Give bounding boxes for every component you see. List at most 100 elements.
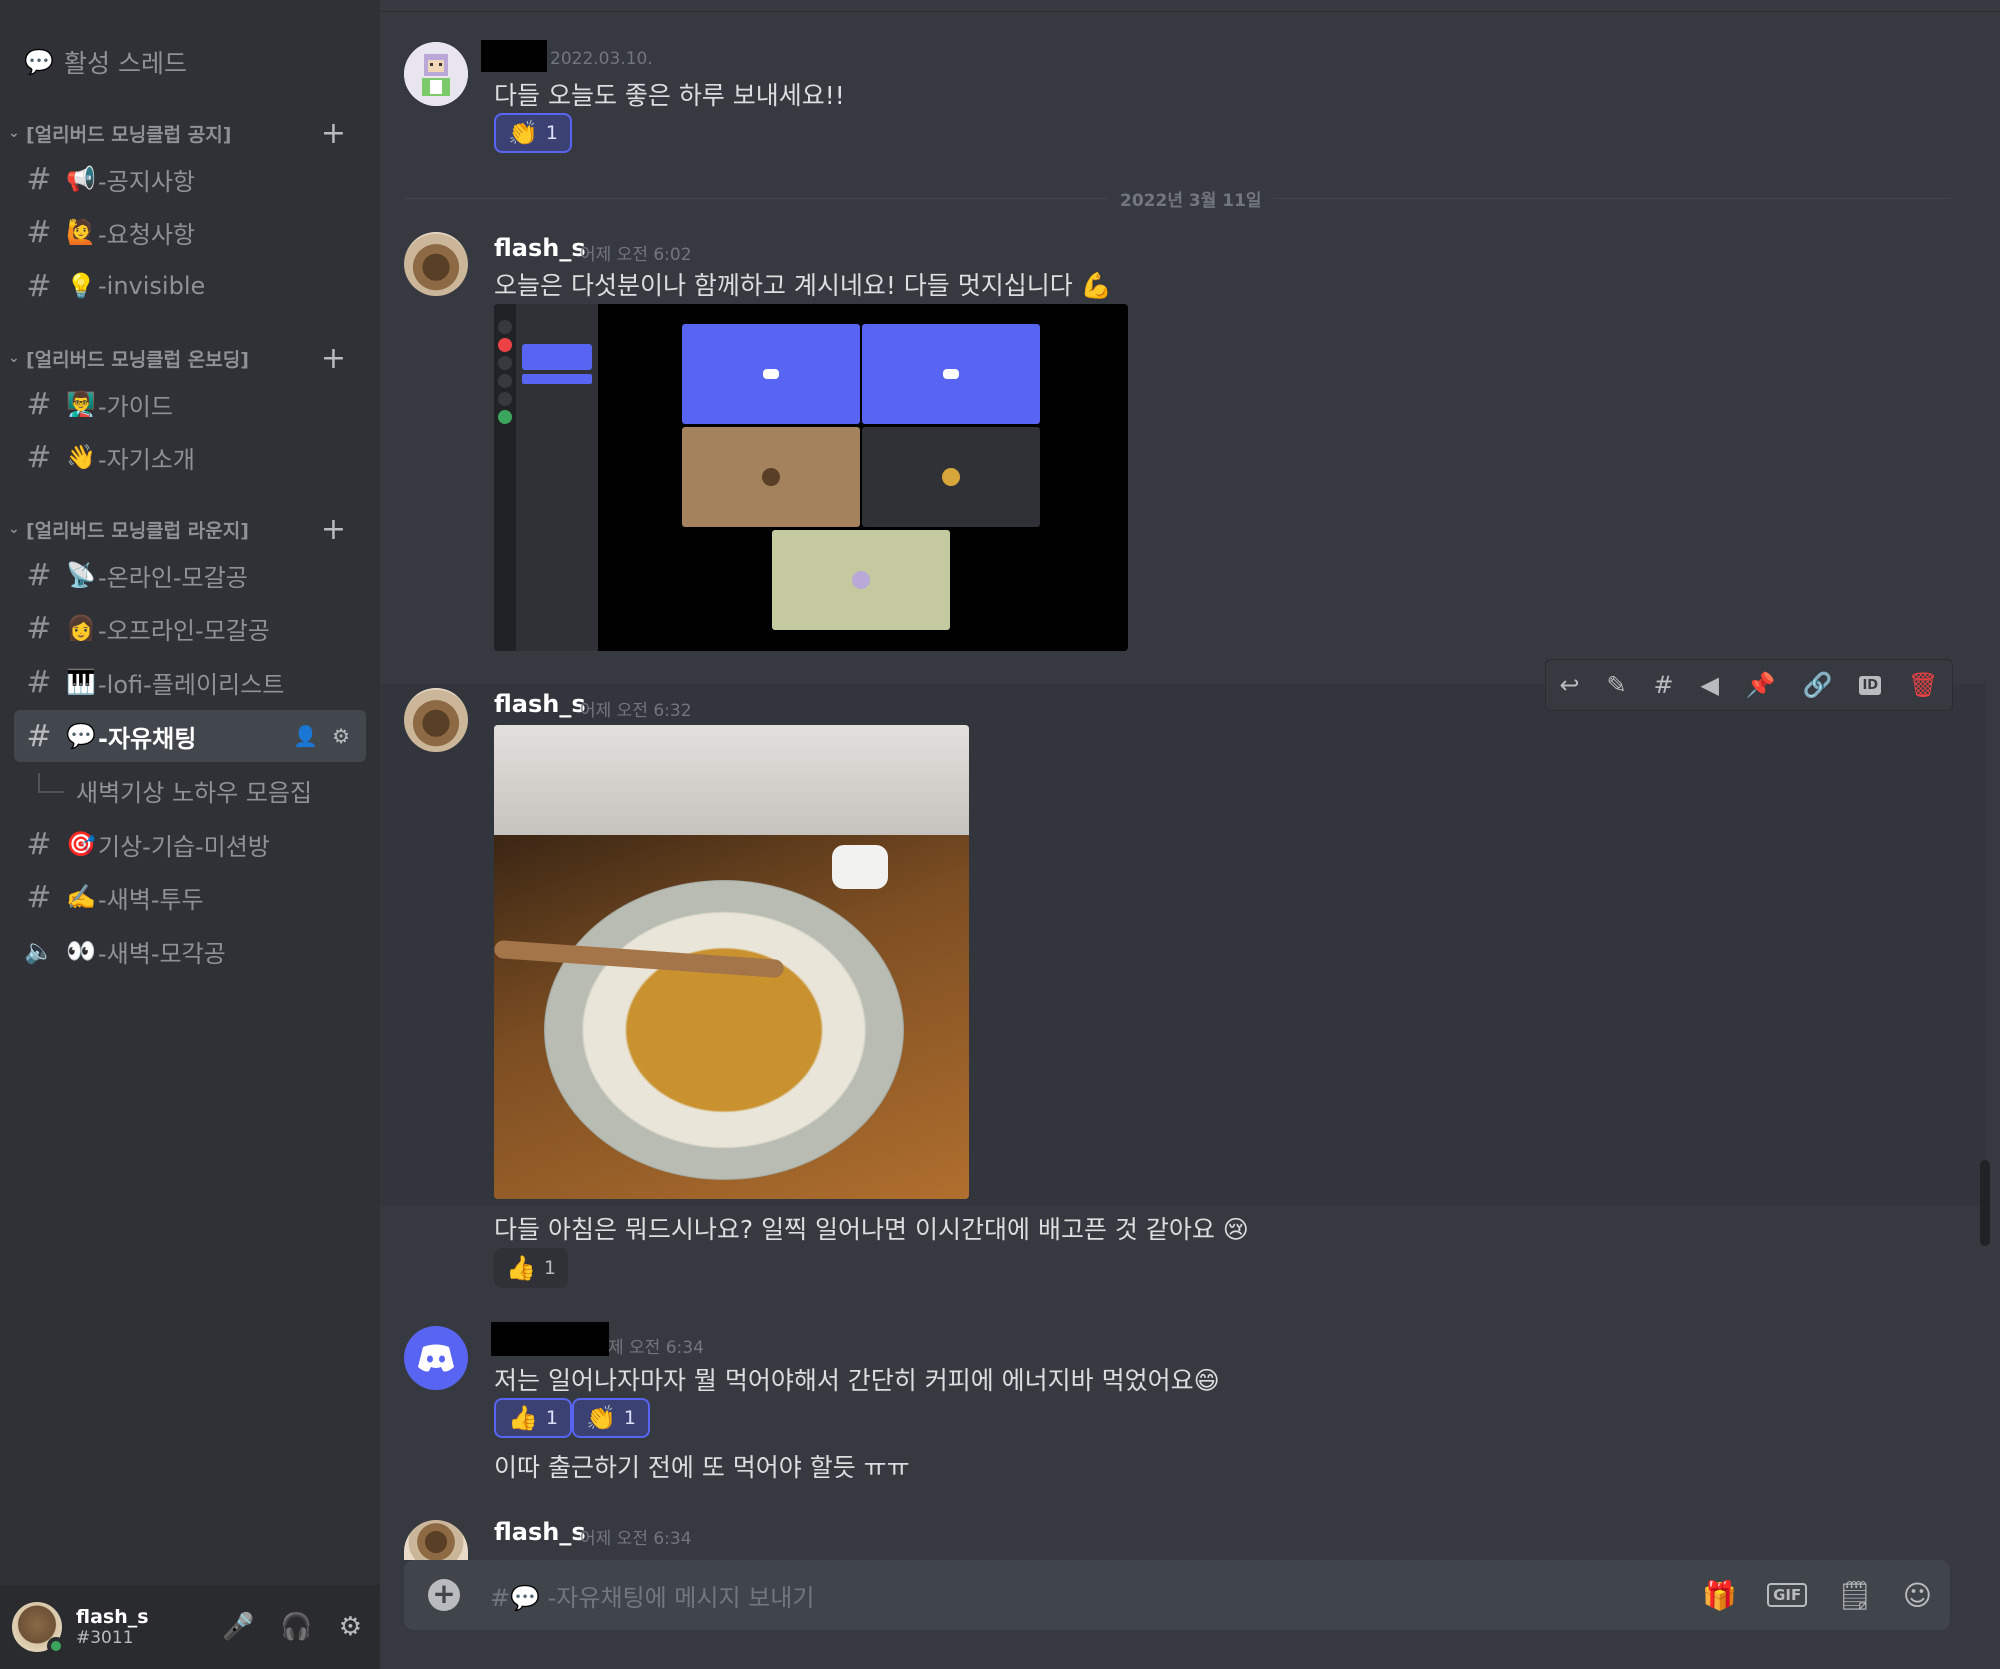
edit-pencil-icon[interactable]: ✎ bbox=[1606, 671, 1626, 699]
channel-lofi-playlist[interactable]: # 🎹 -lofi-플레이리스트 bbox=[14, 656, 366, 708]
chat-header-edge bbox=[380, 0, 2000, 12]
channel-announcements[interactable]: # 📢 -공지사항 bbox=[14, 153, 366, 205]
megaphone-icon: 📢 bbox=[66, 165, 96, 193]
channel-invisible[interactable]: # 💡 -invisible bbox=[14, 260, 366, 312]
sticker-icon[interactable]: 🗒 bbox=[1837, 1579, 1873, 1612]
locked-channel-icon: # bbox=[26, 268, 52, 304]
message-input[interactable]: #💬 -자유채팅에 메시지 보내기 bbox=[490, 1578, 814, 1613]
pin-icon[interactable]: 📌 bbox=[1746, 671, 1776, 699]
message-text: 오늘은 다섯분이나 함께하고 계시네요! 다들 멋지십니다 💪 bbox=[494, 271, 1112, 300]
channel-wake-mission[interactable]: # 🎯 기상-기습-미션방 bbox=[14, 818, 366, 870]
add-attachment-button[interactable]: + bbox=[428, 1579, 460, 1611]
avatar[interactable] bbox=[404, 1326, 468, 1390]
avatar[interactable] bbox=[404, 42, 468, 106]
waving-hand-icon: 👋 bbox=[66, 443, 96, 471]
scrollbar-thumb[interactable] bbox=[1980, 1160, 1990, 1246]
channel-requests[interactable]: # 🙋 -요청사항 bbox=[14, 206, 366, 258]
channel-guide[interactable]: # 👨‍🏫 -가이드 bbox=[14, 378, 366, 430]
user-panel: flash_s #3011 🎤 🎧 ⚙ bbox=[0, 1585, 380, 1669]
text-channel-icon: # bbox=[26, 879, 52, 915]
reaction-clap[interactable]: 👏 1 bbox=[494, 113, 572, 153]
reply-icon[interactable]: ↩ bbox=[1559, 671, 1579, 699]
composer-actions: 🎁 GIF 🗒 ☺ bbox=[1702, 1579, 1932, 1612]
writing-hand-icon: ✍️ bbox=[66, 883, 96, 911]
threads-icon: 💬 bbox=[24, 48, 54, 76]
screenshot-channel-list bbox=[516, 304, 598, 651]
text-channel-icon: # bbox=[26, 161, 52, 197]
image-attachment-screenshot[interactable] bbox=[494, 304, 1128, 651]
gear-icon[interactable]: ⚙ bbox=[332, 724, 350, 748]
message-author[interactable]: flash_s bbox=[494, 690, 586, 718]
lightbulb-icon: 💡 bbox=[66, 272, 96, 300]
channel-free-chat[interactable]: # 💬 -자유채팅 👤 ⚙ bbox=[14, 710, 366, 762]
text-channel-icon: # bbox=[26, 386, 52, 422]
screenshot-server-list bbox=[496, 316, 514, 646]
gear-icon[interactable]: ⚙ bbox=[339, 1612, 362, 1642]
category-header-lounge[interactable]: ⌄ [얼리버드 모닝클럽 라운지] + bbox=[8, 511, 368, 547]
headphones-deafened-icon[interactable]: 🎧 bbox=[280, 1612, 312, 1642]
text-channel-icon: # bbox=[26, 214, 52, 250]
reaction-thumbs-up[interactable]: 👍 1 bbox=[494, 1248, 568, 1288]
gif-icon[interactable]: GIF bbox=[1767, 1583, 1808, 1607]
message-text: 다들 아침은 뭐드시나요? 일찍 일어나면 이시간대에 배고픈 것 같아요 😢 bbox=[494, 1215, 1249, 1244]
channel-online-study[interactable]: # 📡 -온라인-모갈공 bbox=[14, 549, 366, 601]
trash-icon[interactable]: 🗑 bbox=[1908, 671, 1938, 699]
message-author[interactable]: flash_s bbox=[494, 234, 586, 262]
avatar[interactable] bbox=[404, 1520, 468, 1560]
channel-label: -새벽-투두 bbox=[98, 885, 204, 914]
channel-introductions[interactable]: # 👋 -자기소개 bbox=[14, 431, 366, 483]
image-attachment-cereal-photo[interactable] bbox=[494, 725, 969, 1199]
scrollbar-track[interactable] bbox=[1980, 14, 1990, 1544]
message-composer[interactable]: + #💬 -자유채팅에 메시지 보내기 🎁 GIF 🗒 ☺ bbox=[404, 1560, 1950, 1630]
thread-item[interactable]: 새벽기상 노하우 모음집 bbox=[14, 764, 366, 816]
channel-label: 기상-기습-미션방 bbox=[98, 832, 270, 861]
message-timestamp: 어제 오전 6:34 bbox=[580, 1529, 692, 1549]
emoji-picker-icon[interactable]: ☺ bbox=[1903, 1579, 1932, 1612]
avatar[interactable] bbox=[404, 232, 468, 296]
channel-dawn-voice[interactable]: 🔈 👀 -새벽-모각공 bbox=[14, 925, 366, 977]
reaction-clap[interactable]: 👏 1 bbox=[572, 1398, 650, 1438]
user-tag: #3011 bbox=[76, 1628, 134, 1648]
reaction-count: 1 bbox=[545, 122, 558, 144]
user-controls: 🎤 🎧 ⚙ bbox=[222, 1612, 362, 1642]
link-icon[interactable]: 🔗 bbox=[1803, 671, 1833, 699]
channel-dawn-todo[interactable]: # ✍️ -새벽-투두 bbox=[14, 871, 366, 923]
avatar[interactable] bbox=[404, 688, 468, 752]
reaction-count: 1 bbox=[545, 1407, 558, 1429]
user-names[interactable]: flash_s #3011 bbox=[76, 1606, 149, 1648]
message-text: 저는 일어나자마자 뭘 먹어야해서 간단히 커피에 에너지바 먹었어요😄 bbox=[494, 1366, 1220, 1395]
chevron-down-icon: ⌄ bbox=[8, 521, 20, 537]
gift-icon[interactable]: 🎁 bbox=[1702, 1579, 1737, 1612]
online-status-icon bbox=[47, 1637, 65, 1655]
eyes-icon: 👀 bbox=[66, 937, 96, 965]
copy-id-icon[interactable]: ID bbox=[1859, 675, 1882, 695]
channel-label: -lofi-플레이리스트 bbox=[98, 670, 285, 699]
active-threads-button[interactable]: 💬 활성 스레드 bbox=[14, 36, 366, 88]
chevron-down-icon: ⌄ bbox=[8, 350, 20, 366]
video-tile bbox=[682, 427, 860, 527]
add-channel-icon[interactable]: + bbox=[321, 116, 346, 151]
create-thread-icon[interactable]: # bbox=[1653, 671, 1673, 699]
channel-offline-study[interactable]: # 👩 -오프라인-모갈공 bbox=[14, 602, 366, 654]
message-author[interactable]: flash_s bbox=[494, 1518, 586, 1546]
invite-member-icon[interactable]: 👤 bbox=[293, 724, 318, 748]
add-channel-icon[interactable]: + bbox=[321, 341, 346, 376]
channel-label: -새벽-모각공 bbox=[98, 939, 226, 968]
avatar[interactable] bbox=[12, 1602, 65, 1655]
reaction-count: 1 bbox=[543, 1257, 556, 1279]
category-header-notice[interactable]: ⌄ [얼리버드 모닝클럽 공지] + bbox=[8, 115, 368, 151]
speech-bubble-icon: 💬 bbox=[66, 722, 96, 750]
teacher-icon: 👨‍🏫 bbox=[66, 390, 96, 418]
speaker-icon: 🔈 bbox=[24, 937, 54, 965]
add-channel-icon[interactable]: + bbox=[321, 512, 346, 547]
mic-muted-icon[interactable]: 🎤 bbox=[222, 1612, 254, 1642]
category-header-onboarding[interactable]: ⌄ [얼리버드 모닝클럽 온보딩] + bbox=[8, 340, 368, 376]
channel-sidebar: 💬 활성 스레드 ⌄ [얼리버드 모닝클럽 공지] + # 📢 -공지사항 # … bbox=[0, 0, 380, 1669]
reaction-thumbs-up[interactable]: 👍 1 bbox=[494, 1398, 572, 1438]
message-text: 이따 출근하기 전에 또 먹어야 할듯 ㅠㅠ bbox=[494, 1453, 910, 1482]
tag-icon[interactable]: ◀ bbox=[1701, 671, 1719, 699]
video-tile bbox=[682, 324, 860, 424]
message-timestamp: 어제 오전 6:32 bbox=[580, 701, 692, 721]
target-icon: 🎯 bbox=[66, 830, 96, 858]
text-channel-icon: # bbox=[26, 557, 52, 593]
